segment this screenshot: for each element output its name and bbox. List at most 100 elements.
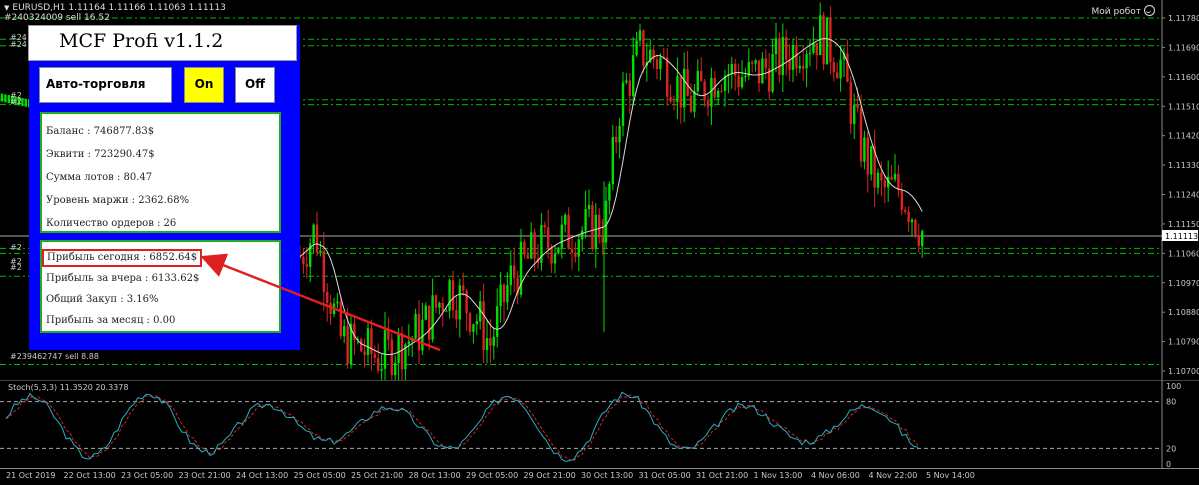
candle-body — [445, 310, 448, 312]
candle-body — [397, 333, 400, 363]
order-tag: #24 — [10, 40, 27, 49]
candle-body — [553, 253, 557, 264]
profit-today-stat: Прибыль сегодня : 6852.64$ — [42, 249, 203, 267]
candle-body — [492, 336, 495, 346]
candle-body — [815, 42, 818, 56]
candle-body — [751, 61, 754, 64]
on-button[interactable]: On — [184, 67, 224, 103]
candle-body — [883, 180, 886, 188]
candle-body — [764, 58, 767, 69]
price-tick-label: 1.11510 — [1168, 102, 1199, 111]
candle-body — [812, 42, 815, 53]
candle-body — [574, 252, 577, 257]
collapse-triangle-icon[interactable]: ▼ — [4, 3, 9, 13]
candle-body — [458, 285, 461, 320]
candle-body — [319, 250, 322, 253]
off-button[interactable]: Off — [235, 67, 275, 103]
candle-body — [343, 326, 346, 337]
candle-body — [472, 324, 475, 332]
price-tick-label: 1.11240 — [1168, 191, 1199, 200]
candle-body — [387, 330, 390, 340]
candle-body — [394, 362, 397, 376]
candle-body — [744, 76, 747, 78]
candle-body — [859, 107, 863, 162]
time-tick-label: 24 Oct 13:00 — [236, 471, 289, 480]
candle-body — [655, 59, 659, 70]
candle-body — [312, 224, 315, 244]
candle-body — [836, 72, 839, 79]
candle-body — [890, 176, 893, 180]
candle-body — [642, 30, 645, 66]
candle-body — [489, 338, 492, 346]
candle-body — [730, 63, 733, 75]
candle-body — [805, 54, 808, 69]
candle-body — [547, 227, 550, 248]
candle-body — [557, 247, 560, 254]
candle-body — [502, 284, 506, 303]
candle-body — [679, 76, 682, 108]
candle-body — [866, 137, 869, 175]
candle-body — [428, 305, 431, 340]
candle-body — [853, 104, 856, 124]
candle-body — [407, 341, 410, 345]
candle-body — [366, 328, 370, 355]
lots-stat: Сумма лотов : 80.47 — [46, 172, 153, 183]
candle-body — [689, 95, 693, 112]
profit-yesterday-stat: Прибыль за вчера : 6133.62$ — [46, 273, 200, 284]
candle-body — [717, 90, 720, 98]
price-tick-label: 1.11060 — [1168, 249, 1199, 258]
candle-body — [615, 136, 618, 143]
candle-body — [710, 77, 713, 107]
candle-body — [424, 305, 427, 320]
candle-body — [509, 265, 512, 286]
candle-body — [761, 58, 764, 84]
candle-body — [414, 313, 417, 339]
candle-body — [863, 137, 866, 162]
stoch-scale-label: 0 — [1166, 460, 1171, 468]
time-tick-label: 5 Nov 14:00 — [926, 471, 975, 480]
candle-body — [693, 91, 696, 112]
candle-body — [530, 232, 533, 259]
candle-body — [618, 125, 621, 143]
candle-body — [802, 65, 805, 69]
price-tick-label: 1.10970 — [1168, 279, 1199, 288]
candle-body — [907, 211, 910, 223]
price-tick-label: 1.11150 — [1168, 220, 1199, 229]
candle-body — [329, 302, 332, 315]
candle-body — [604, 200, 608, 243]
stoch-scale-label: 20 — [1166, 444, 1176, 453]
time-tick-label: 23 Oct 05:00 — [121, 471, 174, 480]
panel-title: MCF Profi v1.1.2 — [28, 25, 297, 61]
candle-body — [438, 302, 441, 308]
candle-body — [659, 57, 662, 70]
candle-body — [390, 339, 393, 376]
time-axis-line — [0, 468, 1199, 469]
candle-body — [601, 237, 604, 243]
moving-average — [299, 38, 923, 356]
ea-control-panel: MCF Profi v1.1.2 Авто-торговля On Off Ба… — [28, 25, 300, 350]
candle-body — [332, 303, 336, 315]
candle-body — [795, 45, 798, 69]
candle-body — [598, 214, 601, 238]
candle-body — [526, 254, 529, 259]
stochastic-chart[interactable]: Stoch(5,3,3) 11.3520 20.3378 100 80 20 0 — [0, 380, 1199, 468]
candle-body — [849, 82, 852, 124]
candle-body — [672, 101, 676, 103]
stoch-scale-label: 80 — [1166, 398, 1176, 407]
candle-body — [740, 77, 744, 88]
stoch-main-line — [5, 391, 919, 463]
candle-body — [421, 319, 424, 351]
stoch-label: Stoch(5,3,3) 11.3520 20.3378 — [8, 383, 128, 392]
candle-body — [431, 295, 434, 340]
candle-body — [339, 301, 342, 337]
candle-body — [628, 80, 631, 97]
candle-body — [315, 224, 319, 253]
stoch-scale-label: 100 — [1166, 382, 1181, 391]
profit-today-row: Прибыль сегодня : 6852.64$ — [42, 247, 279, 268]
robot-indicator[interactable]: Мой робот — [1092, 5, 1155, 17]
auto-trading-label: Авто-торговля — [39, 67, 172, 103]
chart-header: ▼ EURUSD,H1 1.11164 1.11166 1.11063 1.111… — [4, 3, 226, 23]
candle-body — [734, 63, 737, 76]
candle-body — [475, 321, 478, 325]
candle-body — [819, 15, 822, 56]
